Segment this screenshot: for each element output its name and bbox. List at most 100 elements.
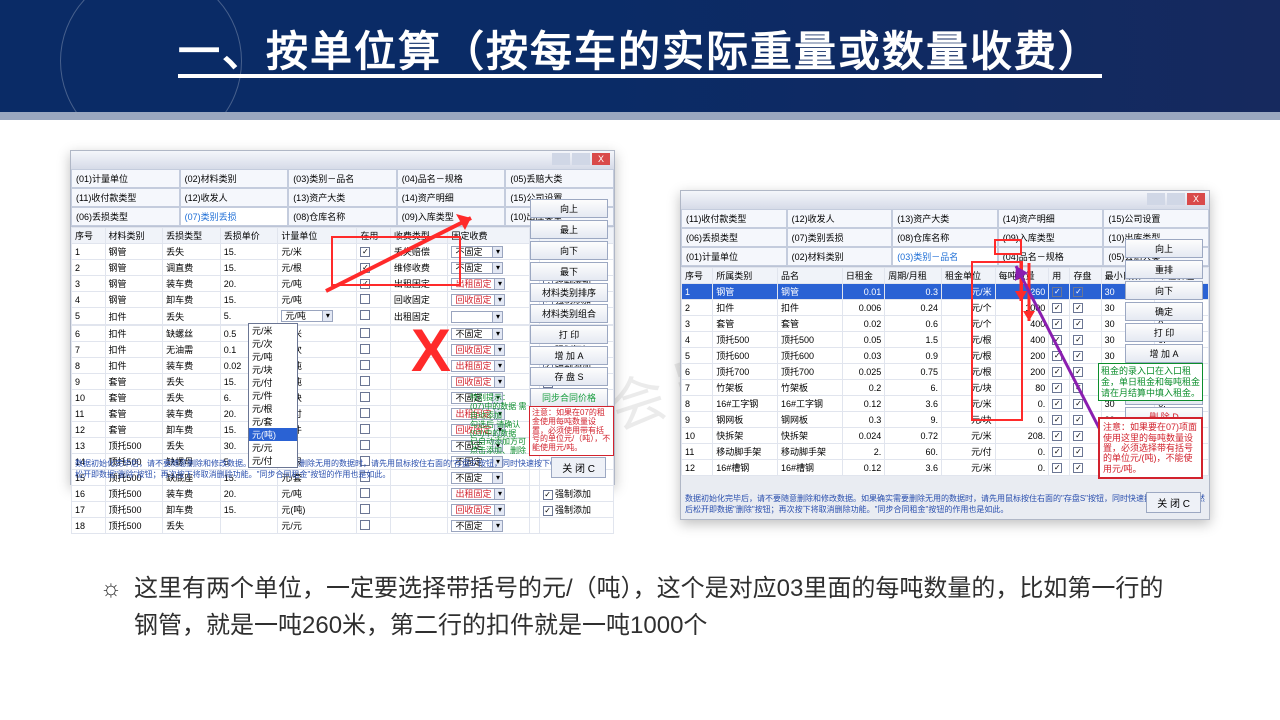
fee-type-dropdown[interactable]: 出租固定▾ (451, 278, 505, 290)
close-button[interactable]: 关 闭 C (551, 457, 606, 478)
checkbox[interactable]: ✓ (1052, 431, 1062, 441)
checkbox[interactable]: ✓ (1073, 351, 1083, 361)
checkbox[interactable]: ✓ (360, 279, 370, 289)
dropdown-option[interactable]: 元/块 (249, 363, 297, 376)
checkbox[interactable] (360, 344, 370, 354)
tab-item[interactable]: (03)类别－品名 (892, 247, 998, 266)
fee-type-dropdown[interactable]: 回收固定▾ (451, 294, 505, 306)
win-max-icon[interactable] (572, 153, 590, 165)
win-max-icon[interactable] (1167, 193, 1185, 205)
win-close-icon[interactable]: X (592, 153, 610, 165)
tab-item[interactable]: (07)类别丢损 (787, 228, 893, 247)
checkbox[interactable]: ✓ (1052, 399, 1062, 409)
win-min-icon[interactable] (552, 153, 570, 165)
close-button[interactable]: 关 闭 C (1146, 492, 1201, 513)
checkbox[interactable] (360, 504, 370, 514)
checkbox[interactable] (360, 392, 370, 402)
checkbox[interactable]: ✓ (1052, 383, 1062, 393)
side-button[interactable]: 增 加 A (530, 346, 608, 365)
tab-item[interactable]: (05)丢赔大类 (505, 169, 614, 188)
side-button[interactable]: 存 盘 S (530, 367, 608, 386)
tab-item[interactable]: (08)仓库名称 (288, 207, 397, 226)
side-button[interactable]: 打 印 (1125, 323, 1203, 342)
table-row[interactable]: 18顶托500丢失元/元不固定▾ (72, 518, 614, 534)
side-button[interactable]: 向上 (530, 199, 608, 218)
tab-item[interactable]: (06)丢损类型 (681, 228, 787, 247)
side-button[interactable]: 向下 (1125, 281, 1203, 300)
win-close-icon[interactable]: X (1187, 193, 1205, 205)
tab-item[interactable]: (12)收发人 (787, 209, 893, 228)
dropdown-option[interactable]: 元/吨 (249, 350, 297, 363)
side-button[interactable]: 向上 (1125, 239, 1203, 258)
checkbox[interactable]: ✓ (1073, 431, 1083, 441)
tab-item[interactable]: (13)资产大类 (892, 209, 998, 228)
side-button[interactable]: 向下 (530, 241, 608, 260)
side-button[interactable]: 打 印 (530, 325, 608, 344)
checkbox[interactable]: ✓ (1073, 399, 1083, 409)
checkbox[interactable]: ✓ (360, 247, 370, 257)
checkbox[interactable]: ✓ (360, 263, 370, 273)
checkbox[interactable]: ✓ (1052, 351, 1062, 361)
unit-dropdown[interactable]: 元/吨▾ (281, 310, 333, 322)
fee-type-dropdown[interactable]: 不固定▾ (451, 262, 503, 274)
checkbox[interactable]: ✓ (1073, 447, 1083, 457)
tab-item[interactable]: (14)资产明细 (397, 188, 506, 207)
checkbox[interactable]: ✓ (1052, 415, 1062, 425)
dropdown-option[interactable]: 元/套 (249, 415, 297, 428)
checkbox[interactable]: ✓ (1073, 367, 1083, 377)
win-min-icon[interactable] (1147, 193, 1165, 205)
dropdown-option[interactable]: 元(吨) (249, 428, 297, 441)
checkbox[interactable]: ✓ (1052, 287, 1062, 297)
side-button[interactable]: 材料类别组合 (530, 304, 608, 323)
checkbox[interactable]: ✓ (1073, 383, 1083, 393)
checkbox[interactable] (360, 520, 370, 530)
fee-type-dropdown[interactable]: 不固定▾ (451, 246, 503, 258)
checkbox[interactable] (360, 424, 370, 434)
side-button[interactable]: 同步合同价格 (530, 388, 608, 407)
checkbox[interactable]: ✓ (1073, 463, 1083, 473)
dropdown-option[interactable]: 元/付 (249, 376, 297, 389)
checkbox[interactable]: ✓ (543, 490, 553, 500)
fee-type-dropdown[interactable]: 出租固定▾ (451, 488, 505, 500)
checkbox[interactable]: ✓ (1073, 415, 1083, 425)
checkbox[interactable] (360, 310, 370, 320)
checkbox[interactable]: ✓ (1073, 303, 1083, 313)
tab-item[interactable]: (14)资产明细 (998, 209, 1104, 228)
unit-dropdown-list[interactable]: 元/米元/次元/吨元/块元/付元/件元/根元/套元(吨)元/元元/付 (248, 323, 298, 468)
tab-item[interactable]: (01)计量单位 (71, 169, 180, 188)
fee-type-dropdown[interactable]: 出租固定▾ (451, 360, 505, 372)
dropdown-option[interactable]: 元/根 (249, 402, 297, 415)
fee-type-dropdown[interactable]: 回收固定▾ (451, 504, 505, 516)
checkbox[interactable] (360, 360, 370, 370)
checkbox[interactable] (360, 328, 370, 338)
tab-item[interactable]: (13)资产大类 (288, 188, 397, 207)
checkbox[interactable] (360, 294, 370, 304)
table-row[interactable]: 17顶托500卸车费15.元(吨)回收固定▾✓ 强制添加 (72, 502, 614, 518)
side-button[interactable]: 确定 (1125, 302, 1203, 321)
side-button[interactable]: 重排 (1125, 260, 1203, 279)
checkbox[interactable] (360, 408, 370, 418)
checkbox[interactable]: ✓ (1052, 303, 1062, 313)
dropdown-option[interactable]: 元/付 (249, 454, 297, 467)
checkbox[interactable] (360, 488, 370, 498)
tab-item[interactable]: (15)公司设置 (1103, 209, 1209, 228)
fee-type-dropdown[interactable]: 不固定▾ (451, 328, 503, 340)
tab-item[interactable]: (04)品名－规格 (998, 247, 1104, 266)
tab-item[interactable]: (09)入库类型 (998, 228, 1104, 247)
checkbox[interactable]: ✓ (1052, 463, 1062, 473)
checkbox[interactable]: ✓ (1073, 335, 1083, 345)
tab-item[interactable]: (02)材料类别 (180, 169, 289, 188)
side-button[interactable]: 最上 (530, 220, 608, 239)
checkbox[interactable]: ✓ (1052, 367, 1062, 377)
checkbox[interactable] (360, 440, 370, 450)
checkbox[interactable] (360, 376, 370, 386)
tab-item[interactable]: (01)计量单位 (681, 247, 787, 266)
table-row[interactable]: 16顶托500装车费20.元/吨出租固定▾✓ 强制添加 (72, 486, 614, 502)
tab-item[interactable]: (02)材料类别 (787, 247, 893, 266)
dropdown-option[interactable]: 元/米 (249, 324, 297, 337)
tab-item[interactable]: (11)收付款类型 (71, 188, 180, 207)
tab-item[interactable]: (11)收付款类型 (681, 209, 787, 228)
dropdown-option[interactable]: 元/次 (249, 337, 297, 350)
dropdown-option[interactable]: 元/件 (249, 389, 297, 402)
tab-item[interactable]: (09)入库类型 (397, 207, 506, 226)
